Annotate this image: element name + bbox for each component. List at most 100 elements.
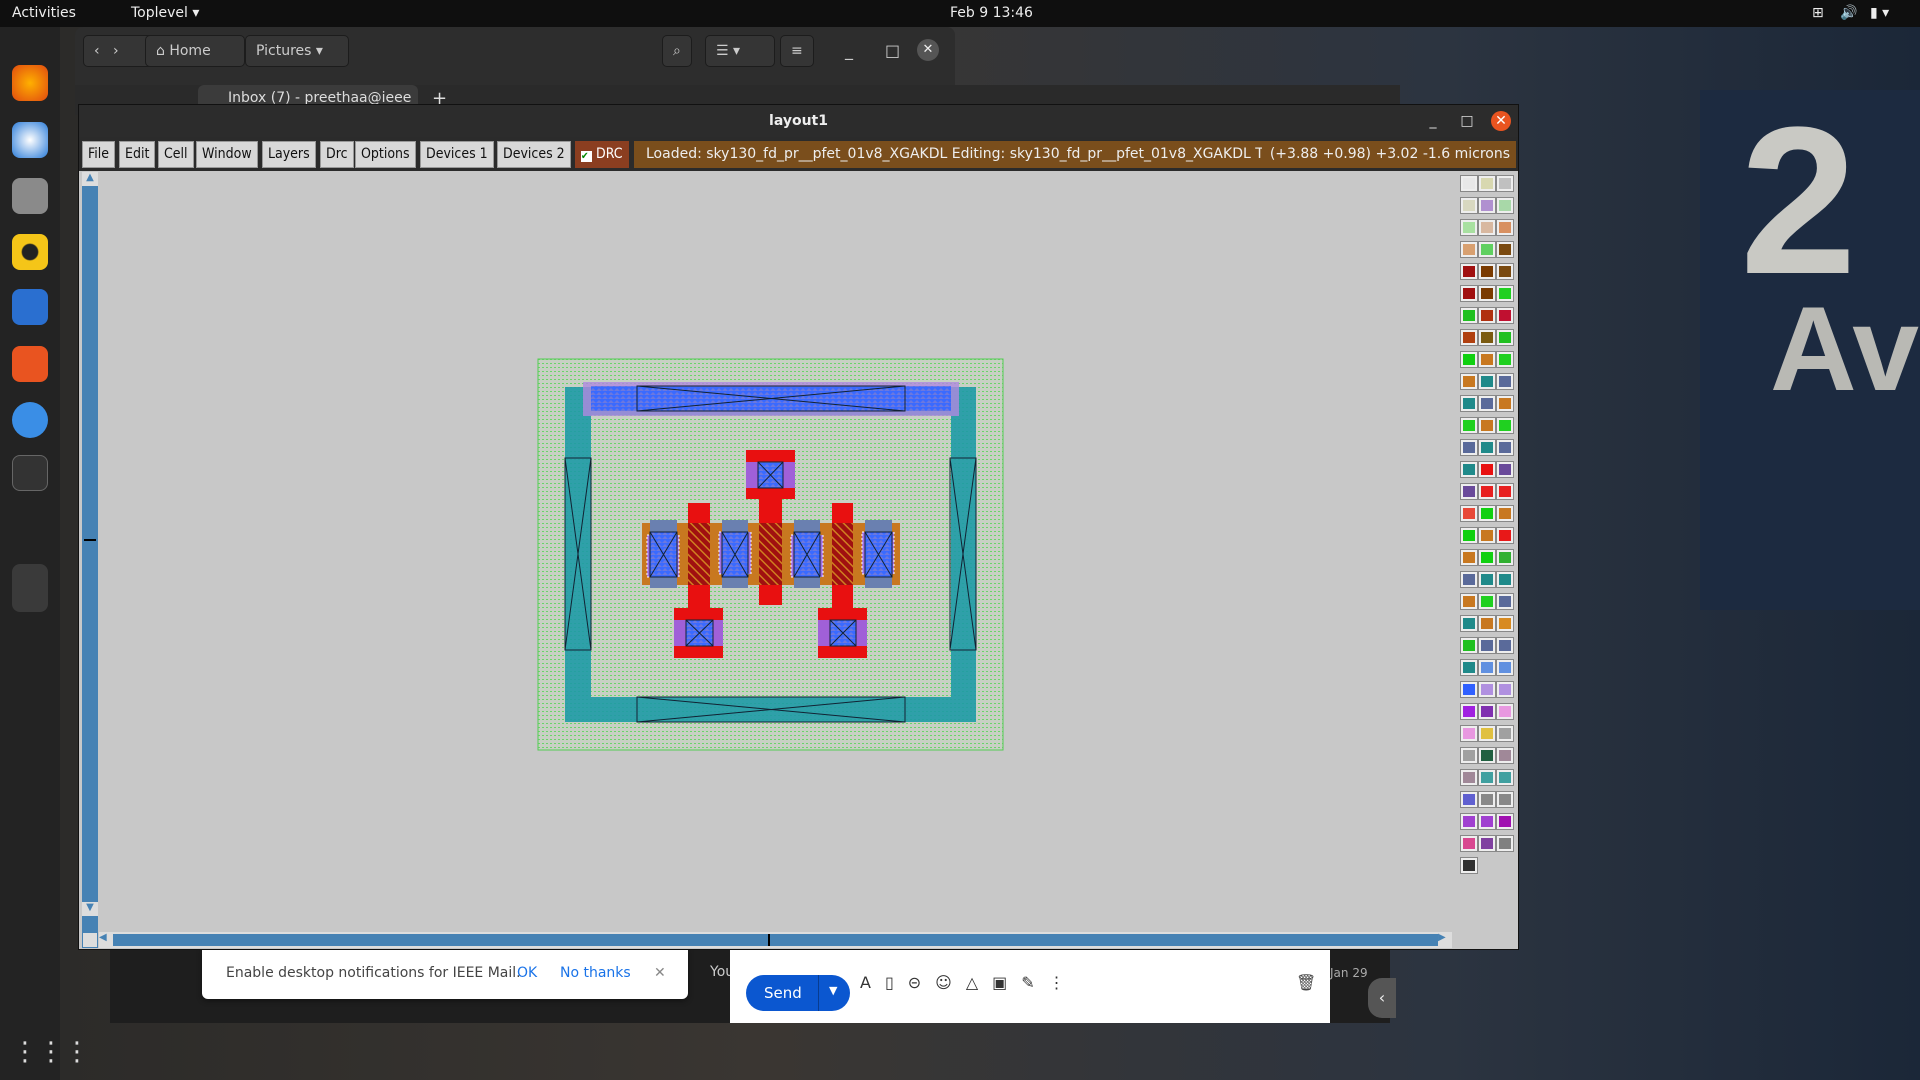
layer-swatch[interactable] (1478, 197, 1496, 214)
layer-swatch[interactable] (1496, 747, 1514, 764)
menu-layers[interactable]: Layers (262, 141, 316, 168)
writer-icon[interactable] (12, 289, 48, 325)
ok-button[interactable]: OK (517, 965, 537, 981)
layer-swatch[interactable] (1460, 703, 1478, 720)
layer-swatch[interactable] (1478, 263, 1496, 280)
layer-swatch[interactable] (1478, 373, 1496, 390)
layer-swatch[interactable] (1496, 527, 1514, 544)
minimize-icon[interactable]: _ (845, 41, 853, 60)
layer-swatch[interactable] (1496, 593, 1514, 610)
layer-swatch[interactable] (1460, 659, 1478, 676)
layer-swatch[interactable] (1460, 351, 1478, 368)
layer-swatch[interactable] (1460, 857, 1478, 874)
layer-swatch[interactable] (1460, 527, 1478, 544)
drc-toggle[interactable]: ✔ DRC (575, 141, 629, 168)
layer-swatch[interactable] (1460, 219, 1478, 236)
layer-swatch[interactable] (1478, 637, 1496, 654)
layer-swatch[interactable] (1478, 747, 1496, 764)
send-options-icon[interactable]: ▼ (818, 975, 837, 1011)
layer-swatch[interactable] (1478, 703, 1496, 720)
layer-swatch[interactable] (1496, 659, 1514, 676)
layer-swatch[interactable] (1496, 813, 1514, 830)
layer-swatch[interactable] (1460, 615, 1478, 632)
layer-swatch[interactable] (1478, 571, 1496, 588)
layer-swatch[interactable] (1496, 549, 1514, 566)
layer-swatch[interactable] (1496, 417, 1514, 434)
layer-swatch[interactable] (1496, 637, 1514, 654)
layer-swatch[interactable] (1478, 307, 1496, 324)
scroll-up-icon[interactable]: ▲ (82, 172, 98, 186)
layer-swatch[interactable] (1460, 307, 1478, 324)
layer-swatch[interactable] (1460, 791, 1478, 808)
pictures-button[interactable]: Pictures ▾ (245, 35, 349, 67)
layer-swatch[interactable] (1460, 241, 1478, 258)
layer-swatch[interactable] (1496, 307, 1514, 324)
layer-swatch[interactable] (1460, 769, 1478, 786)
layer-swatch[interactable] (1478, 769, 1496, 786)
terminal-icon[interactable] (12, 455, 48, 491)
volume-icon[interactable]: 🔊 (1840, 5, 1857, 21)
layer-swatch[interactable] (1460, 417, 1478, 434)
layer-swatch[interactable] (1478, 483, 1496, 500)
layer-swatch[interactable] (1460, 439, 1478, 456)
send-button[interactable]: Send ▼ (746, 975, 850, 1011)
layer-swatch[interactable] (1478, 351, 1496, 368)
thunderbird-icon[interactable] (12, 122, 48, 158)
files-icon[interactable] (12, 178, 48, 214)
layer-swatch[interactable] (1496, 725, 1514, 742)
layer-swatch[interactable] (1496, 505, 1514, 522)
layer-swatch[interactable] (1460, 505, 1478, 522)
layer-swatch[interactable] (1478, 659, 1496, 676)
scroll-right-icon[interactable]: ▶ (1438, 932, 1452, 948)
layer-swatch[interactable] (1460, 549, 1478, 566)
layer-swatch[interactable] (1460, 593, 1478, 610)
search-icon[interactable]: ⌕ (662, 35, 692, 67)
menu-file[interactable]: File (82, 141, 115, 168)
layer-swatch[interactable] (1460, 175, 1478, 192)
layer-swatch[interactable] (1478, 505, 1496, 522)
zoom-box-icon[interactable] (82, 932, 98, 948)
layer-swatch[interactable] (1460, 461, 1478, 478)
layer-swatch[interactable] (1496, 769, 1514, 786)
layer-swatch[interactable] (1460, 571, 1478, 588)
layer-swatch[interactable] (1496, 219, 1514, 236)
layer-swatch[interactable] (1460, 197, 1478, 214)
menu-edit[interactable]: Edit (119, 141, 156, 168)
layer-swatch[interactable] (1496, 351, 1514, 368)
scroll-thumb[interactable] (768, 934, 770, 946)
layer-swatch[interactable] (1496, 395, 1514, 412)
minimize-icon[interactable]: _ (1423, 111, 1443, 131)
menu-devices-2[interactable]: Devices 2 (497, 141, 571, 168)
layer-swatch[interactable] (1496, 835, 1514, 852)
layer-swatch[interactable] (1460, 285, 1478, 302)
layer-swatch[interactable] (1460, 395, 1478, 412)
layer-swatch[interactable] (1496, 241, 1514, 258)
layer-swatch[interactable] (1460, 373, 1478, 390)
maximize-icon[interactable]: □ (1457, 111, 1477, 131)
layer-swatch[interactable] (1496, 285, 1514, 302)
close-notification-icon[interactable]: ✕ (654, 965, 666, 981)
layer-swatch[interactable] (1496, 439, 1514, 456)
vertical-scrollbar[interactable]: ▲ ▼ (82, 172, 98, 932)
layer-swatch[interactable] (1496, 263, 1514, 280)
layer-swatch[interactable] (1478, 549, 1496, 566)
layer-swatch[interactable] (1496, 329, 1514, 346)
software-icon[interactable] (12, 346, 48, 382)
scroll-left-icon[interactable]: ◀ (99, 932, 113, 948)
close-icon[interactable]: ✕ (1491, 111, 1511, 131)
side-panel-toggle[interactable]: ‹ (1368, 978, 1396, 1018)
layer-swatch[interactable] (1460, 835, 1478, 852)
menu-cell[interactable]: Cell (158, 141, 194, 168)
layer-swatch[interactable] (1496, 703, 1514, 720)
menu-devices-1[interactable]: Devices 1 (420, 141, 494, 168)
layer-swatch[interactable] (1496, 681, 1514, 698)
formatting-icons[interactable]: A▯⊝☺△▣✎⋮ (860, 973, 1079, 992)
layer-swatch[interactable] (1478, 615, 1496, 632)
layer-swatch[interactable] (1478, 395, 1496, 412)
layer-swatch[interactable] (1496, 791, 1514, 808)
help-icon[interactable] (12, 402, 48, 438)
layer-swatch[interactable] (1478, 593, 1496, 610)
layer-swatch[interactable] (1460, 747, 1478, 764)
layer-swatch[interactable] (1478, 835, 1496, 852)
trash-icon[interactable]: 🗑 (1296, 973, 1316, 992)
